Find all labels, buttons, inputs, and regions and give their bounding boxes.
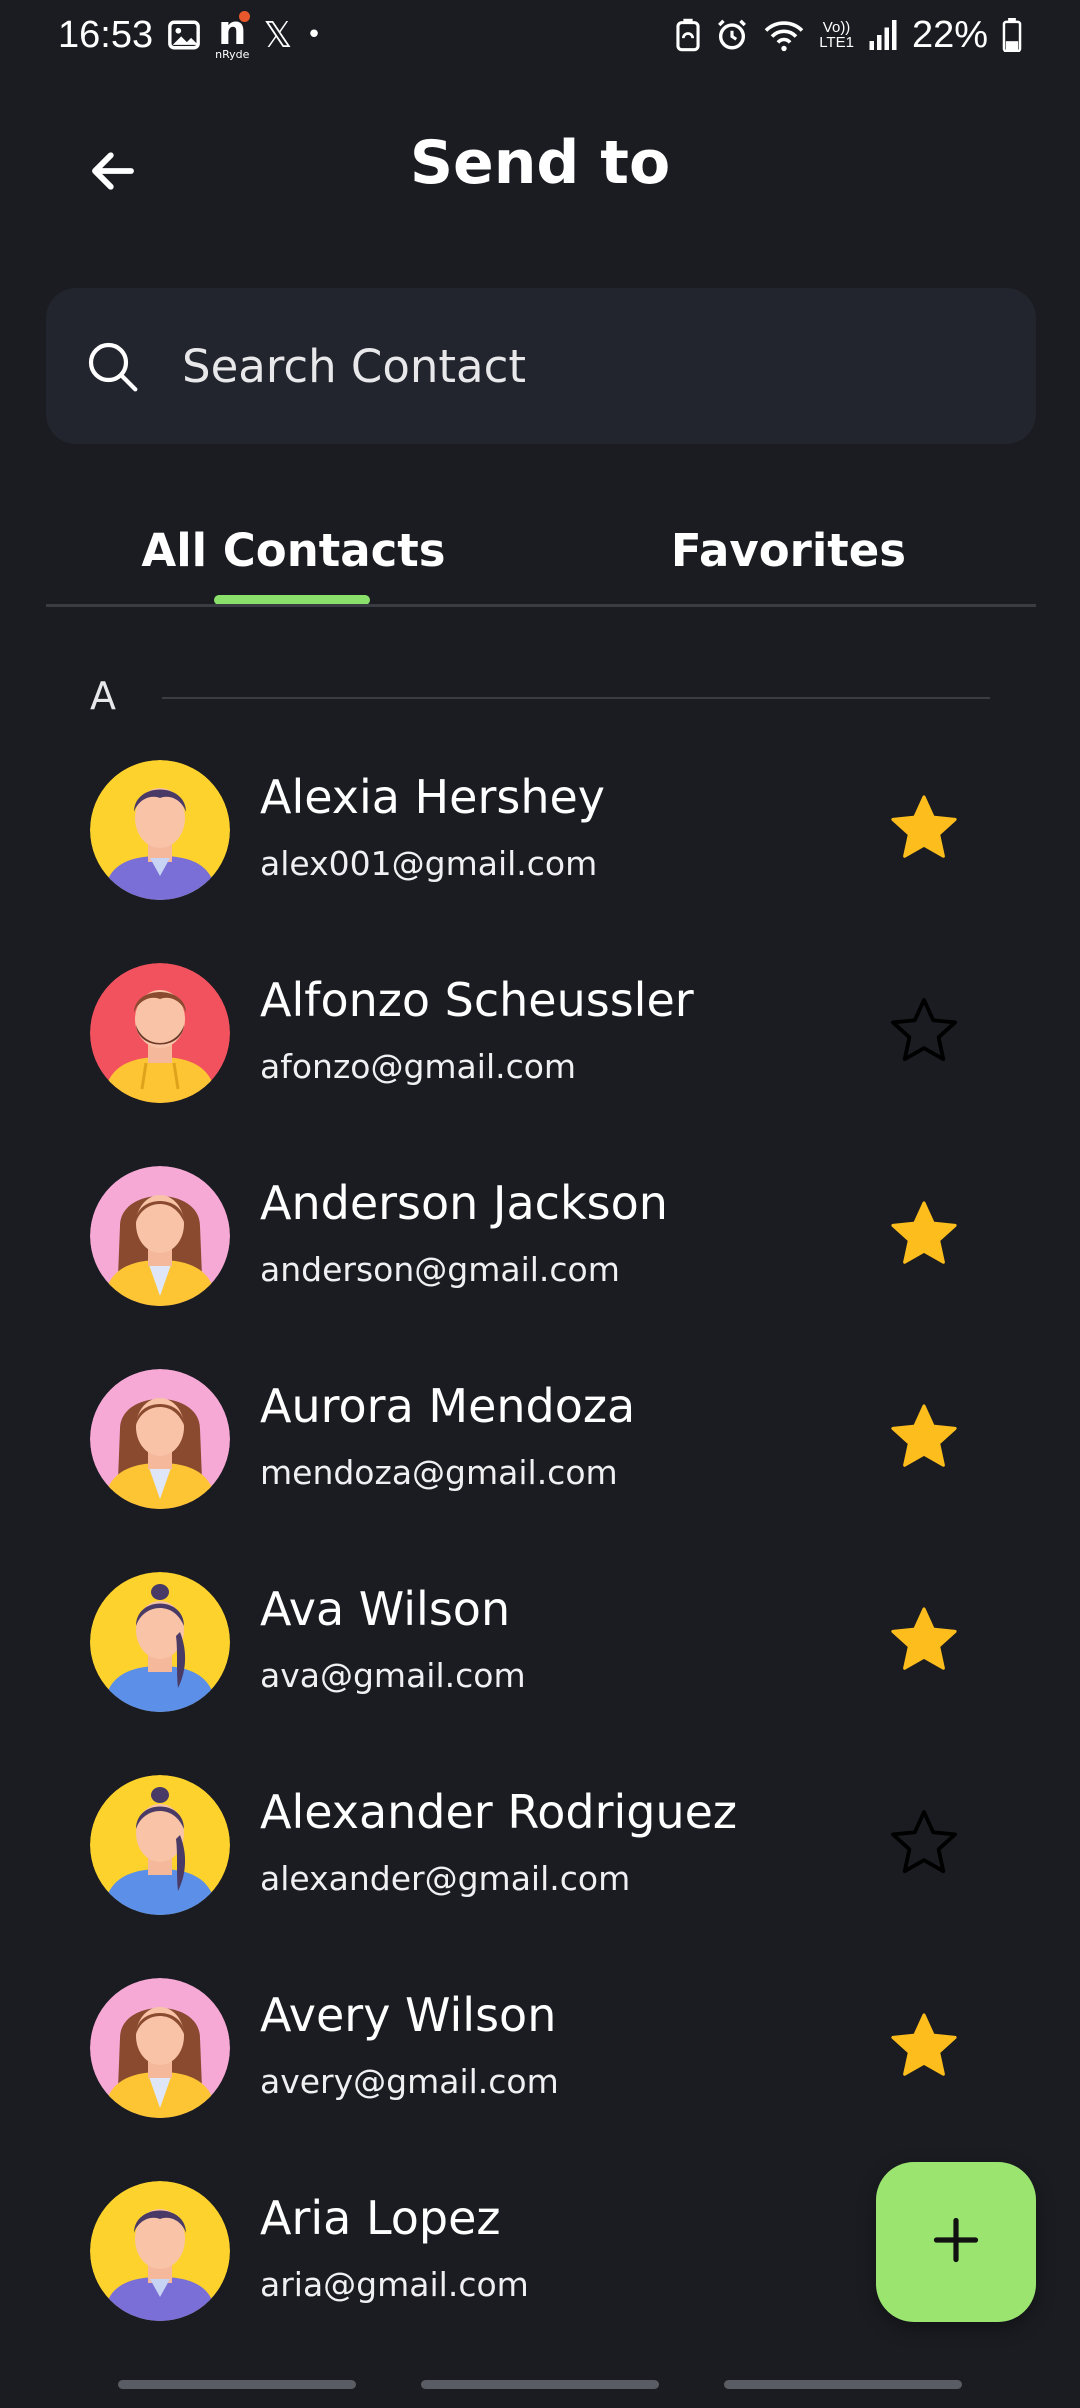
battery-percent: 22% (911, 13, 988, 56)
header: Send to (0, 110, 1080, 220)
volte-icon: Vo)) LTE1 (819, 20, 854, 50)
section-letter: A (90, 674, 116, 718)
wifi-icon (763, 18, 805, 52)
woman-ponytail-blue-shirt-avatar (90, 1572, 230, 1712)
contact-email: afonzo@gmail.com (260, 1047, 577, 1086)
star-filled-icon (886, 1196, 962, 1276)
nav-hint-right (724, 2380, 962, 2389)
contact-row[interactable]: Alfonzo Scheussler afonzo@gmail.com (90, 943, 990, 1103)
contact-name: Ava Wilson (260, 1582, 511, 1636)
contact-row[interactable]: Alexia Hershey alex001@gmail.com (90, 740, 990, 900)
star-filled-icon (886, 1399, 962, 1479)
favorite-star-button[interactable] (882, 1194, 966, 1278)
star-outline-icon (886, 993, 962, 1073)
tab-all-contacts[interactable]: All Contacts (46, 500, 541, 600)
alarm-icon (715, 18, 749, 52)
star-filled-icon (886, 1602, 962, 1682)
contact-email: avery@gmail.com (260, 2062, 559, 2101)
bearded-man-yellow-hoodie-avatar (90, 963, 230, 1103)
nryde-app-icon: n nRyde (215, 7, 252, 60)
contact-name: Aurora Mendoza (260, 1379, 636, 1433)
battery-saver-icon (675, 18, 701, 52)
plus-icon (930, 2214, 982, 2270)
favorite-star-button[interactable] (882, 991, 966, 1075)
status-time: 16:53 (58, 13, 154, 56)
contact-email: ava@gmail.com (260, 1656, 526, 1695)
contact-tabs: All Contacts Favorites (46, 500, 1036, 607)
contact-name: Alexander Rodriguez (260, 1785, 738, 1839)
tabs-divider (46, 604, 1036, 607)
notification-dot-icon: • (306, 20, 322, 50)
contact-email: alex001@gmail.com (260, 844, 598, 883)
nryde-letter: n (217, 7, 252, 54)
woman-yellow-jacket-avatar (90, 1166, 230, 1306)
contact-email: anderson@gmail.com (260, 1250, 620, 1289)
tab-favorites[interactable]: Favorites (541, 500, 1036, 600)
contact-name: Alexia Hershey (260, 770, 605, 824)
search-bar[interactable] (46, 288, 1036, 444)
contact-name: Anderson Jackson (260, 1176, 668, 1230)
contact-row[interactable]: Aria Lopez aria@gmail.com (90, 2161, 990, 2321)
gallery-icon (167, 18, 201, 52)
favorite-star-button[interactable] (882, 1600, 966, 1684)
contact-row[interactable]: Avery Wilson avery@gmail.com (90, 1958, 990, 2118)
nav-hint-left (118, 2380, 356, 2389)
contact-name: Avery Wilson (260, 1988, 557, 2042)
contact-row[interactable]: Aurora Mendoza mendoza@gmail.com (90, 1349, 990, 1509)
add-contact-button[interactable] (876, 2162, 1036, 2322)
woman-yellow-jacket-avatar (90, 1978, 230, 2118)
lte-label: LTE1 (819, 34, 854, 51)
signal-icon (868, 20, 898, 50)
favorite-star-button[interactable] (882, 1803, 966, 1887)
status-right: Vo)) LTE1 22% (675, 14, 1022, 57)
nav-hint-center (421, 2380, 659, 2389)
section-divider (162, 697, 990, 699)
man-purple-shirt-avatar (90, 2181, 230, 2321)
search-icon (82, 336, 142, 396)
star-filled-icon (886, 2008, 962, 2088)
section-header: A (90, 672, 990, 722)
search-input[interactable] (182, 339, 942, 393)
man-purple-shirt-avatar (90, 760, 230, 900)
woman-yellow-jacket-avatar (90, 1369, 230, 1509)
volte-label: Vo)) (822, 19, 851, 36)
status-bar: 16:53 n nRyde 𝕏 • Vo)) LTE1 22% (0, 0, 1080, 70)
contact-row[interactable]: Alexander Rodriguez alexander@gmail.com (90, 1755, 990, 1915)
page-title: Send to (409, 128, 671, 198)
status-left: 16:53 n nRyde 𝕏 • (58, 7, 322, 60)
contact-email: alexander@gmail.com (260, 1859, 631, 1898)
contact-name: Aria Lopez (260, 2191, 501, 2245)
star-outline-icon (886, 1805, 962, 1885)
contact-email: mendoza@gmail.com (260, 1453, 618, 1492)
navigation-hint-bar (0, 2380, 1080, 2392)
star-filled-icon (886, 790, 962, 870)
woman-ponytail-blue-shirt-avatar (90, 1775, 230, 1915)
contact-row[interactable]: Ava Wilson ava@gmail.com (90, 1552, 990, 1712)
contact-name: Alfonzo Scheussler (260, 973, 694, 1027)
contact-row[interactable]: Anderson Jackson anderson@gmail.com (90, 1146, 990, 1306)
favorite-star-button[interactable] (882, 2006, 966, 2090)
favorite-star-button[interactable] (882, 788, 966, 872)
battery-icon (1002, 18, 1022, 52)
favorite-star-button[interactable] (882, 1397, 966, 1481)
x-app-icon: 𝕏 (263, 14, 293, 56)
contact-email: aria@gmail.com (260, 2265, 529, 2304)
